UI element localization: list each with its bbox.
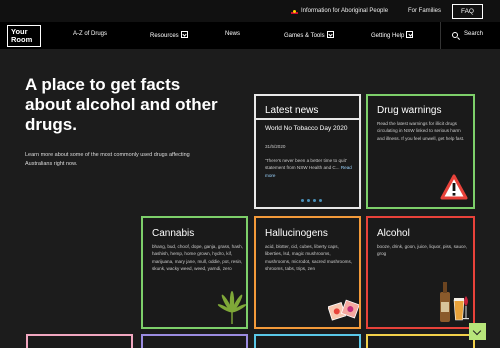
chevron-down-icon [406,31,414,38]
card-body: bhang, bud, choof, dope, ganja, grass, h… [152,244,243,272]
nav-az-drugs[interactable]: A-Z of Drugs [73,31,107,37]
warning-triangle-icon [440,174,468,200]
nav-games-tools[interactable]: Games & Tools [284,31,334,39]
carousel-dot[interactable] [307,199,310,202]
news-item-date: 31/5/2020 [265,144,286,149]
aboriginal-flag-icon [291,9,298,14]
card-heading: Cannabis [152,228,195,239]
top-utility-bar: Information for Aboriginal People For Fa… [0,0,500,22]
card-heading: Hallucinogens [265,228,328,239]
hero-title: A place to get facts about alcohol and o… [25,75,218,134]
next-row-card[interactable] [26,334,133,348]
nav-resources[interactable]: Resources [150,31,188,39]
chevron-down-icon [180,31,188,38]
card-body: Read the latest warnings for illicit dru… [377,121,465,141]
alcohol-card[interactable]: Alcohol booze, drink, goon, juice, liquo… [366,216,475,329]
search-icon [452,32,458,38]
divider [256,118,359,120]
search-button[interactable]: Search [440,22,500,49]
card-heading: Drug warnings [377,105,442,116]
next-row-card[interactable] [254,334,361,348]
families-link[interactable]: For Families [408,8,441,14]
news-item-excerpt: 'There's never been a better time to qui… [265,158,347,171]
logo-line-2: Room [11,35,33,44]
drinks-icon [440,282,469,322]
scroll-down-button[interactable] [469,323,486,340]
news-item-title[interactable]: World No Tobacco Day 2020 [265,125,353,134]
nav-games-tools-label: Games & Tools [284,33,325,39]
carousel-dot[interactable] [313,199,316,202]
carousel-dot[interactable] [301,199,304,202]
nav-news[interactable]: News [225,31,240,37]
chevron-down-icon [326,31,334,38]
search-label: Search [464,31,484,37]
hero-subtitle: Learn more about some of the most common… [25,152,190,167]
cannabis-card[interactable]: Cannabis bhang, bud, choof, dope, ganja,… [141,216,248,329]
nav-getting-help[interactable]: Getting Help [371,31,414,39]
carousel-dot[interactable] [319,199,322,202]
card-body: acid, blotter, cid, cubes, liberty caps,… [265,244,353,272]
carousel-dots [301,199,327,203]
your-room-logo[interactable]: Your Room [7,25,41,47]
aboriginal-info-link[interactable]: Information for Aboriginal People [301,8,388,14]
card-heading: Alcohol [377,228,410,239]
drug-warnings-card[interactable]: Drug warnings Read the latest warnings f… [366,94,475,209]
nav-getting-help-label: Getting Help [371,33,405,39]
cannabis-leaf-icon [217,291,246,324]
card-body: booze, drink, goon, juice, liquor, piss,… [377,244,468,257]
card-heading: Latest news [265,105,319,116]
faq-button[interactable]: FAQ [452,4,483,19]
news-item-body: 'There's never been a better time to qui… [265,157,355,179]
next-row-card[interactable] [141,334,248,348]
hallucinogens-card[interactable]: Hallucinogens acid, blotter, cid, cubes,… [254,216,361,329]
next-row-card[interactable] [366,334,475,348]
nav-resources-label: Resources [150,33,179,39]
blotter-tabs-icon [328,299,359,321]
latest-news-card[interactable]: Latest news World No Tobacco Day 2020 31… [254,94,361,209]
